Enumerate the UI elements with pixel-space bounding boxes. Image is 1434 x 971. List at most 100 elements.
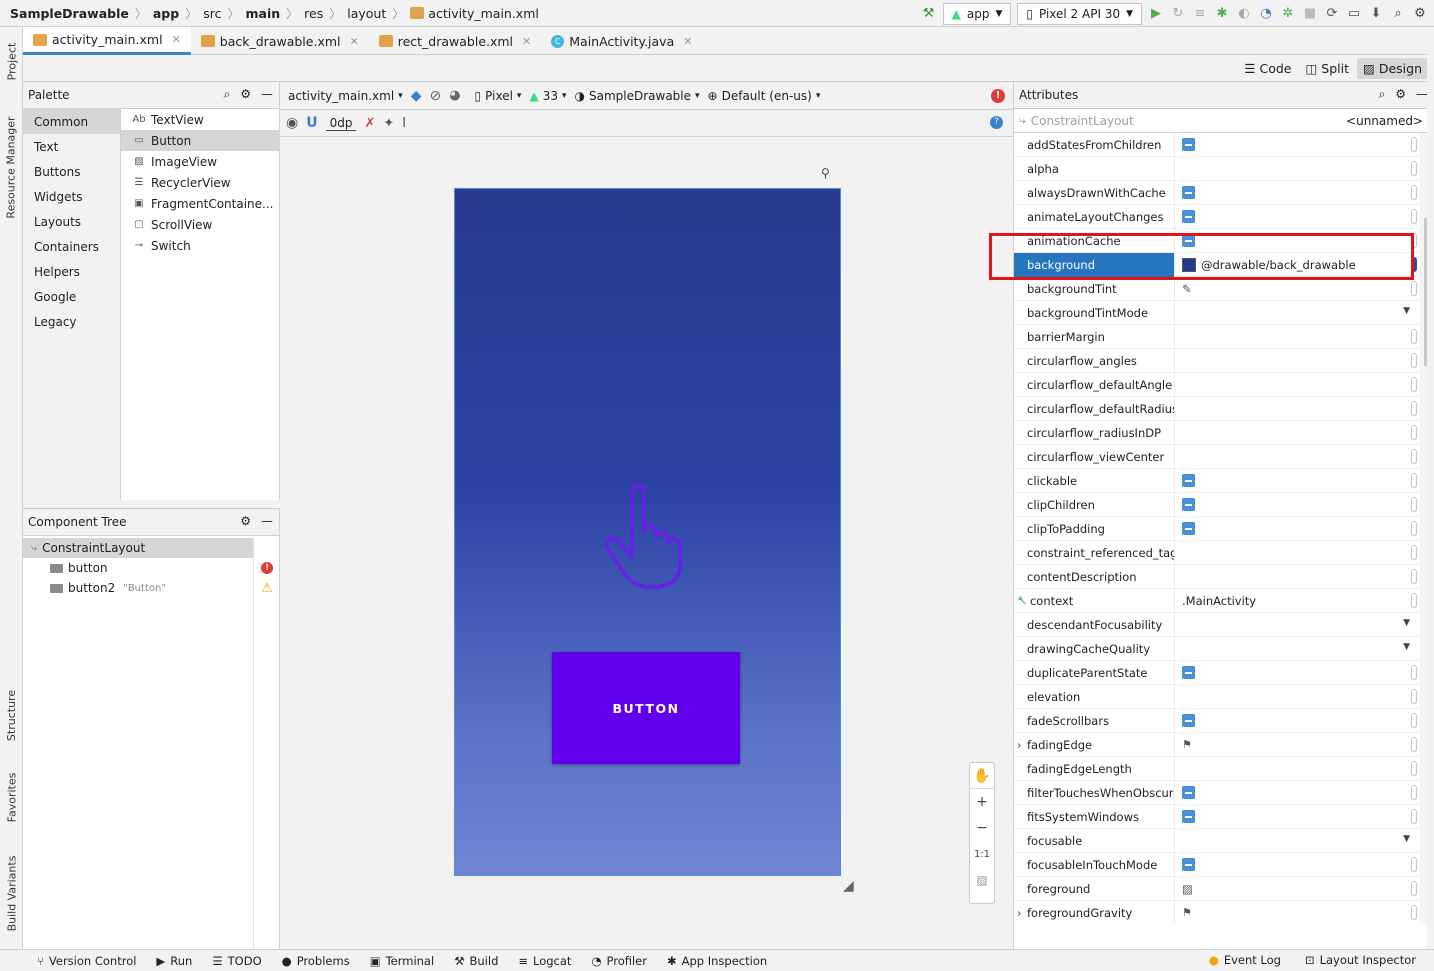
tool-layout-inspector[interactable]: ⊡ Layout Inspector <box>1305 953 1416 967</box>
attribute-value[interactable] <box>1175 325 1420 349</box>
expand-icon[interactable]: › <box>1017 738 1022 752</box>
mode-split-button[interactable]: ◫ Split <box>1299 58 1355 79</box>
category-buttons[interactable]: Buttons <box>23 159 120 184</box>
zoom-out-button[interactable]: − <box>970 815 994 841</box>
zoom-in-button[interactable]: + <box>970 789 994 815</box>
palette-item-switch[interactable]: ⊸ Switch <box>121 235 280 256</box>
tool-app-inspection[interactable]: ✱ App Inspection <box>667 954 767 968</box>
checkbox-indeterminate-icon[interactable] <box>1182 786 1195 799</box>
category-text[interactable]: Text <box>23 134 120 159</box>
flag-icon[interactable]: ⚑ <box>1182 738 1192 751</box>
resource-picker-button[interactable] <box>1411 208 1417 224</box>
checkbox-indeterminate-icon[interactable] <box>1182 858 1195 871</box>
attribute-row[interactable]: barrierMargin <box>1014 324 1420 349</box>
pan-icon[interactable]: ✋ <box>970 763 994 789</box>
attribute-value[interactable]: ▨ <box>1175 877 1420 901</box>
theme-dropdown[interactable]: ◑ SampleDrawable ▾ <box>575 89 700 103</box>
attribute-value[interactable] <box>1175 229 1420 253</box>
attribute-row[interactable]: clipToPadding <box>1014 516 1420 541</box>
attribute-row[interactable]: 🔧 context .MainActivity <box>1014 588 1420 613</box>
minimize-icon[interactable]: — <box>261 87 273 102</box>
category-helpers[interactable]: Helpers <box>23 259 120 284</box>
tool-tab-resource-manager[interactable]: Resource Manager <box>0 107 23 227</box>
attribute-value[interactable]: ▼ <box>1175 613 1420 637</box>
device-preview-dropdown[interactable]: ▯ Pixel ▾ <box>475 89 522 103</box>
tab-main-activity[interactable]: C MainActivity.java ✕ <box>541 27 702 55</box>
default-margin-field[interactable]: 0dp <box>325 116 357 131</box>
checkbox-indeterminate-icon[interactable] <box>1182 138 1195 151</box>
attribute-value[interactable] <box>1175 157 1420 181</box>
checkbox-indeterminate-icon[interactable] <box>1182 234 1195 247</box>
settings-icon[interactable]: ⚙ <box>1412 6 1428 22</box>
apply-changes-icon[interactable]: ≡ <box>1192 6 1208 22</box>
debug-icon[interactable]: ✱ <box>1214 6 1230 22</box>
search-icon[interactable]: ⌕ <box>1390 6 1406 22</box>
attribute-row[interactable]: focusable ▼ <box>1014 828 1420 853</box>
guidelines-icon[interactable]: I <box>402 116 406 131</box>
resource-picker-button[interactable] <box>1411 880 1417 896</box>
resource-picker-button[interactable] <box>1411 472 1417 488</box>
resource-picker-button[interactable] <box>1411 328 1417 344</box>
chevron-down-icon[interactable]: ▼ <box>1403 834 1410 844</box>
breadcrumb-project[interactable]: SampleDrawable <box>10 6 129 21</box>
attribute-value[interactable]: ▼ <box>1175 637 1420 661</box>
attribute-row[interactable]: duplicateParentState <box>1014 660 1420 685</box>
rerun-icon[interactable]: ↻ <box>1170 6 1186 22</box>
resource-picker-button[interactable] <box>1411 376 1417 392</box>
tool-problems[interactable]: ● Problems <box>282 954 350 968</box>
breadcrumb-layout[interactable]: layout <box>347 6 386 21</box>
zoom-actual-button[interactable]: 1:1 <box>970 841 994 867</box>
expand-icon[interactable]: › <box>1017 906 1022 920</box>
attribute-row[interactable]: fadingEdgeLength <box>1014 756 1420 781</box>
chevron-down-icon[interactable]: ▼ <box>1403 306 1410 316</box>
palette-item-recyclerview[interactable]: ☰ RecyclerView <box>121 172 280 193</box>
device-preview[interactable]: BUTTON <box>454 188 841 876</box>
close-icon[interactable]: ✕ <box>172 33 181 46</box>
pin-icon[interactable]: ⚲ <box>821 166 830 180</box>
api-level-dropdown[interactable]: ▲ 33 ▾ <box>529 89 566 103</box>
attribute-row[interactable]: circularflow_viewCenter <box>1014 444 1420 469</box>
tool-tab-build-variants[interactable]: Build Variants <box>0 847 23 939</box>
tab-back-drawable[interactable]: back_drawable.xml ✕ <box>191 27 369 55</box>
error-icon[interactable]: ! <box>991 89 1005 103</box>
tab-rect-drawable[interactable]: rect_drawable.xml ✕ <box>369 27 542 55</box>
preview-button[interactable]: BUTTON <box>552 652 740 764</box>
attribute-row[interactable]: backgroundTintMode ▼ <box>1014 300 1420 325</box>
attribute-value[interactable] <box>1175 541 1420 565</box>
attribute-row[interactable]: › fadingEdge ⚑ <box>1014 732 1420 757</box>
attribute-value[interactable]: ▼ <box>1175 301 1420 325</box>
attribute-value[interactable]: ⚑ <box>1175 733 1420 757</box>
attribute-value[interactable] <box>1175 205 1420 229</box>
resource-picker-button[interactable] <box>1411 520 1417 536</box>
attribute-row[interactable]: fitsSystemWindows <box>1014 804 1420 829</box>
attribute-row[interactable]: alpha <box>1014 156 1420 181</box>
palette-item-fragmentcontainer[interactable]: ▣ FragmentContaine... <box>121 193 280 214</box>
file-select-dropdown[interactable]: activity_main.xml ▾ <box>288 89 403 103</box>
attribute-row[interactable]: clickable <box>1014 468 1420 493</box>
mode-design-button[interactable]: ▨ Design <box>1357 58 1428 79</box>
gear-icon[interactable]: ⚙ <box>240 87 251 102</box>
attribute-value[interactable] <box>1175 757 1420 781</box>
attribute-row[interactable]: backgroundTint ✎ <box>1014 276 1420 301</box>
attribute-value[interactable] <box>1175 565 1420 589</box>
tool-tab-structure[interactable]: Structure <box>0 682 23 748</box>
sdk-manager-icon[interactable]: ⬇ <box>1368 6 1384 22</box>
attribute-row[interactable]: focusableInTouchMode <box>1014 852 1420 877</box>
resource-picker-button[interactable] <box>1411 568 1417 584</box>
checkbox-indeterminate-icon[interactable] <box>1182 474 1195 487</box>
attribute-value[interactable] <box>1175 685 1420 709</box>
attribute-value[interactable] <box>1175 373 1420 397</box>
checkbox-indeterminate-icon[interactable] <box>1182 498 1195 511</box>
attribute-value[interactable] <box>1175 805 1420 829</box>
error-icon[interactable]: ! <box>254 558 280 578</box>
attribute-row[interactable]: filterTouchesWhenObscured <box>1014 780 1420 805</box>
tool-tab-favorites[interactable]: Favorites <box>0 762 23 832</box>
attribute-value[interactable] <box>1175 709 1420 733</box>
clear-constraints-icon[interactable]: ✗ <box>364 116 375 131</box>
breadcrumb-res[interactable]: res <box>304 6 323 21</box>
resource-picker-button[interactable] <box>1411 232 1417 248</box>
resource-picker-button[interactable] <box>1411 160 1417 176</box>
night-mode-icon[interactable]: ◕ <box>449 88 460 103</box>
attribute-row[interactable]: fadeScrollbars <box>1014 708 1420 733</box>
attribute-value[interactable]: .MainActivity <box>1175 589 1420 613</box>
